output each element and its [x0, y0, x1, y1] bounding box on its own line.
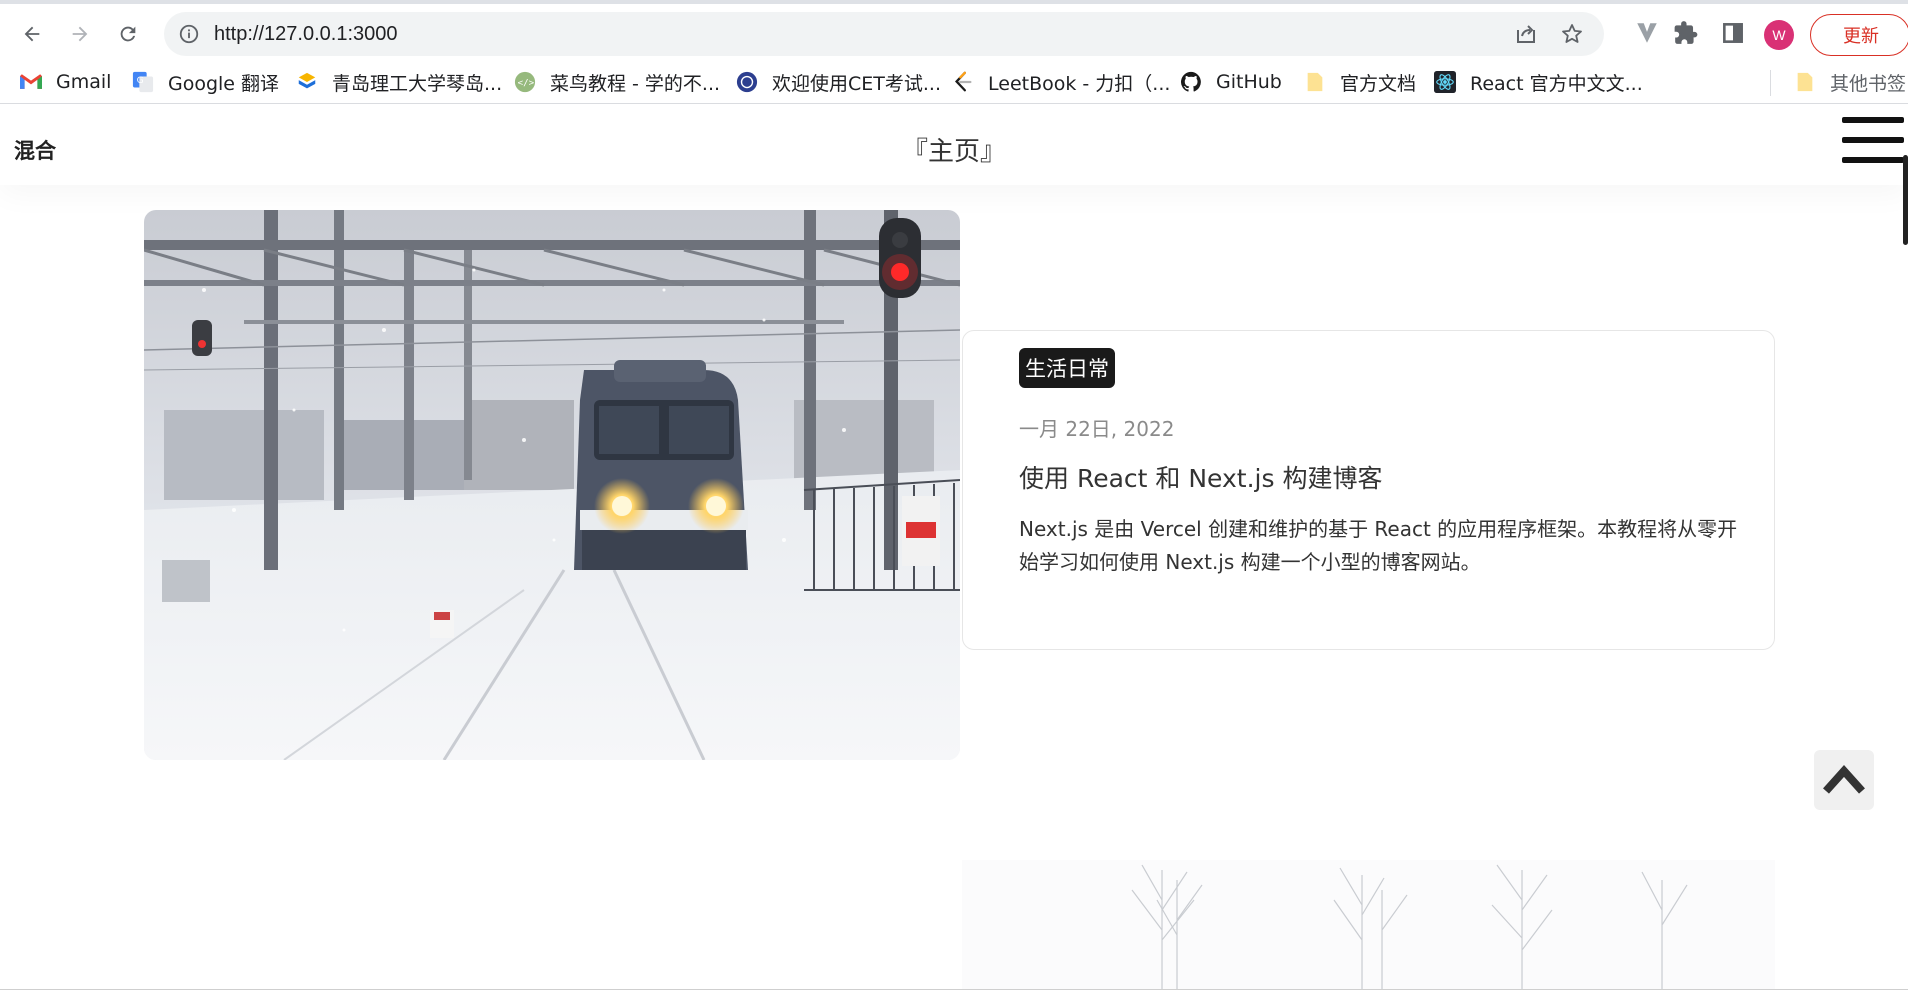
star-icon[interactable] [1560, 22, 1584, 46]
bookmark-react-docs[interactable]: React 官方中文文... [1434, 68, 1643, 96]
reload-button[interactable] [110, 16, 146, 52]
menu-icon-bar [1842, 117, 1904, 123]
react-icon [1434, 71, 1456, 93]
bookmarks-separator [1770, 70, 1771, 96]
forward-button[interactable] [62, 16, 98, 52]
category-tag[interactable]: 生活日常 [1019, 348, 1115, 388]
cet-icon [736, 71, 758, 93]
leetcode-icon [952, 71, 974, 93]
bookmark-cet[interactable]: 欢迎使用CET考试... [736, 68, 941, 96]
page-viewport: 混合 『主页』 生活日常 一月 22日, 2022 使用 React 和 Nex… [0, 105, 1908, 990]
bookmark-runoob[interactable]: </> 菜鸟教程 - 学的不... [514, 68, 720, 96]
back-icon [24, 26, 40, 42]
bookmark-label: 官方文档 [1340, 72, 1417, 95]
google-translate-icon: G [132, 71, 154, 93]
bookmark-label: Gmail [56, 71, 112, 93]
share-icon[interactable] [1514, 22, 1538, 46]
folder-icon [1794, 71, 1816, 93]
hamburger-menu-button[interactable] [1842, 117, 1904, 165]
snowy-trees-illustration [962, 860, 1775, 990]
menu-icon-bar [1842, 157, 1904, 163]
github-icon [1180, 71, 1202, 93]
back-button[interactable] [14, 16, 50, 52]
back-to-top-button[interactable] [1814, 750, 1874, 810]
sidepanel-icon[interactable] [1720, 20, 1746, 46]
extensions-icon[interactable] [1673, 20, 1699, 46]
bookmark-github[interactable]: GitHub [1180, 68, 1282, 96]
bookmark-label: GitHub [1216, 71, 1282, 93]
post-excerpt: Next.js 是由 Vercel 创建和维护的基于 React 的应用程序框架… [1019, 517, 1738, 574]
post-cover-image[interactable] [144, 210, 960, 760]
bookmark-university[interactable]: 青岛理工大学琴岛... [296, 68, 502, 96]
bookmarks-bar: Gmail G Google 翻译 青岛理工大学琴岛... </> 菜鸟教程 -… [0, 60, 1908, 104]
site-header: 混合 『主页』 [0, 105, 1908, 185]
bookmark-official-docs[interactable]: 官方文档 [1304, 68, 1416, 96]
university-icon [296, 71, 318, 93]
browser-toolbar: http://127.0.0.1:3000 W 更新 [0, 4, 1908, 60]
bookmark-label: 青岛理工大学琴岛... [332, 72, 503, 95]
gmail-icon [20, 71, 42, 93]
snow-train-illustration [144, 210, 960, 760]
post-date: 一月 22日, 2022 [1019, 417, 1175, 441]
bookmark-label: LeetBook - 力扣（... [988, 72, 1171, 95]
svg-text:</>: </> [518, 78, 535, 89]
profile-avatar[interactable]: W [1764, 20, 1794, 50]
update-button[interactable]: 更新 [1810, 14, 1908, 56]
post-title-link[interactable]: 使用 React 和 Next.js 构建博客 [1019, 459, 1382, 495]
bookmark-label: React 官方中文文... [1470, 72, 1643, 95]
page-title: 『主页』 [901, 137, 1006, 167]
next-post-cover-image[interactable] [962, 860, 1775, 990]
vivaldi-icon[interactable] [1634, 20, 1660, 46]
bookmark-label: Google 翻译 [168, 72, 280, 95]
svg-text:G: G [137, 75, 144, 86]
bookmark-gmail[interactable]: Gmail [20, 68, 111, 96]
chevron-up-icon [1823, 765, 1865, 794]
bookmark-other-bookmarks[interactable]: 其他书签 [1794, 68, 1906, 96]
runoob-icon: </> [514, 71, 536, 93]
post-card[interactable]: 生活日常 一月 22日, 2022 使用 React 和 Next.js 构建博… [962, 330, 1775, 650]
bookmark-leetbook[interactable]: LeetBook - 力扣（... [952, 68, 1170, 96]
update-label: 更新 [1843, 26, 1879, 47]
address-bar[interactable]: http://127.0.0.1:3000 [164, 12, 1604, 56]
bookmark-label: 其他书签 [1830, 72, 1907, 95]
menu-icon-bar [1842, 137, 1904, 143]
bookmark-google-translate[interactable]: G Google 翻译 [132, 68, 279, 96]
folder-icon [1304, 71, 1326, 93]
info-icon[interactable] [178, 23, 200, 45]
scrollbar-thumb[interactable] [1903, 155, 1908, 245]
bookmark-label: 欢迎使用CET考试... [772, 72, 941, 95]
reload-icon [120, 26, 136, 42]
bookmark-label: 菜鸟教程 - 学的不... [550, 72, 721, 95]
forward-icon [72, 26, 88, 42]
url-text[interactable]: http://127.0.0.1:3000 [214, 23, 398, 46]
